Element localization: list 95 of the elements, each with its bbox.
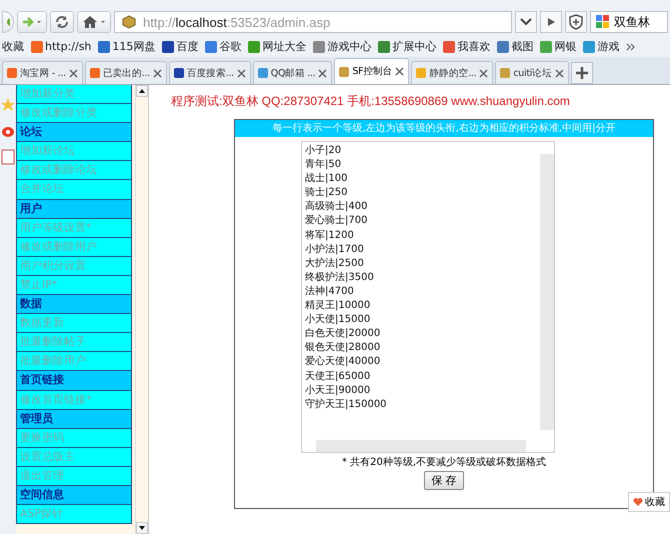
site-icon xyxy=(90,68,100,78)
browser-tab[interactable]: 淘宝网 - ... xyxy=(2,61,83,84)
play-icon[interactable] xyxy=(540,11,562,33)
site-icon xyxy=(248,40,260,52)
bookmark-link[interactable]: 游戏中心 xyxy=(313,39,372,54)
search-engine-icon xyxy=(595,14,611,30)
browser-tab[interactable]: SF控制台 xyxy=(334,58,410,84)
site-icon xyxy=(339,66,350,76)
site-icon xyxy=(7,68,17,78)
back-icon xyxy=(6,17,10,27)
close-icon[interactable] xyxy=(152,68,162,78)
plus-icon xyxy=(576,67,588,79)
shield-icon[interactable] xyxy=(565,11,587,33)
bookmark-link[interactable]: 游戏 xyxy=(583,39,620,54)
site-icon xyxy=(258,68,268,78)
close-icon[interactable] xyxy=(68,68,78,78)
heart-icon xyxy=(633,497,643,507)
bookmark-link[interactable]: 百度 xyxy=(162,39,198,54)
level-line: 骑士|250 xyxy=(305,186,348,200)
panel-header: 每一行表示一个等级,左边为该等级的头衔,右边为相应的积分标准,中间用|分开 xyxy=(235,120,653,137)
level-line: 小天使|15000 xyxy=(305,313,372,328)
section-header: 论坛 xyxy=(16,123,132,142)
level-line: 精灵王|10000 xyxy=(305,299,372,314)
home-icon xyxy=(81,14,107,30)
level-line: 高级骑士|400 xyxy=(305,200,368,214)
level-line: 爱心天使|40000 xyxy=(305,355,382,370)
arrow-icon xyxy=(21,15,43,29)
favorites-button[interactable]: 收藏 xyxy=(628,492,670,512)
home-button[interactable] xyxy=(77,11,111,33)
levels-textarea[interactable]: 小子|20 青年|50 战士|100 骑士|250 高级骑士|400 爱心骑士|700 将军|1200 小护法|1700 大护法|2500 终极护法|3500 法神|4700 精灵王|10000 小天使|15000 白色天使|20000 银色天使|28000 爱心天使|40000 天使王|65000 小天王|90000 守护天王|150000 xyxy=(301,141,555,453)
save-button[interactable]: 保 存 xyxy=(424,471,464,490)
level-line: 爱心骑士|700 xyxy=(305,214,368,228)
close-icon[interactable] xyxy=(479,68,488,78)
credit-text: 程序测试:双鱼林 QQ:287307421 手机:13558690869 www.shuangyulin.com xyxy=(171,93,571,110)
site-icon xyxy=(31,40,43,52)
browser-tab[interactable]: 百度搜索... xyxy=(168,61,251,84)
site-icon xyxy=(416,68,426,78)
back-button[interactable] xyxy=(2,11,14,33)
level-line: 战士|100 xyxy=(305,172,348,186)
bookmark-link[interactable]: 我喜欢 xyxy=(443,39,490,54)
browser-tab[interactable]: 已卖出的... xyxy=(84,61,167,84)
bookmark-link[interactable]: 截图 xyxy=(497,39,534,54)
site-icon xyxy=(497,40,510,52)
browser-tab[interactable]: 静静的空... xyxy=(411,61,494,84)
close-icon[interactable] xyxy=(318,68,328,78)
level-line: 小子|20 xyxy=(305,144,342,158)
dropdown-icon[interactable] xyxy=(515,11,537,33)
section-header: 管理员 xyxy=(16,410,132,429)
section-header: 数据 xyxy=(16,295,132,314)
level-line: 小天王|90000 xyxy=(305,384,372,398)
close-icon[interactable] xyxy=(554,68,564,78)
site-icon xyxy=(98,40,110,52)
more-icon[interactable] xyxy=(626,42,636,50)
browser-tab[interactable]: QQ邮箱 ... xyxy=(252,61,332,84)
section-header: 首页链接 xyxy=(16,371,132,390)
level-line: 守护天王|150000 xyxy=(305,398,388,412)
level-line: 大护法|2500 xyxy=(305,256,365,271)
reload-icon xyxy=(54,14,70,30)
bookmark-link[interactable]: 115网盘 xyxy=(98,39,156,54)
new-tab-button[interactable] xyxy=(570,62,593,84)
search-field[interactable]: 双鱼林 xyxy=(590,11,668,33)
site-icon xyxy=(583,40,596,52)
reload-button[interactable] xyxy=(50,11,74,33)
favorites-menu[interactable]: 收藏 xyxy=(2,39,24,54)
bookmark-link[interactable]: 网银 xyxy=(540,39,576,54)
level-line: 银色天使|28000 xyxy=(305,341,382,356)
bookmark-link[interactable]: 谷歌 xyxy=(205,39,242,54)
site-icon xyxy=(540,40,552,52)
section-header: 空间信息 xyxy=(16,486,132,506)
browser-tab[interactable]: cuiti论坛 xyxy=(495,61,569,84)
site-icon xyxy=(313,40,326,52)
level-line: 小护法|1700 xyxy=(305,242,365,257)
level-line: 终极护法|3500 xyxy=(305,270,375,285)
site-icon xyxy=(162,40,174,52)
level-line: 天使王|65000 xyxy=(305,370,372,384)
level-line: 青年|50 xyxy=(305,158,342,172)
site-icon xyxy=(500,68,510,78)
star-icon[interactable] xyxy=(1,97,15,113)
bookmark-link[interactable]: http://sh xyxy=(31,40,92,53)
level-line: 将军|1200 xyxy=(305,228,355,243)
close-icon[interactable] xyxy=(395,67,404,76)
site-icon xyxy=(378,40,390,52)
close-icon[interactable] xyxy=(236,68,246,78)
site-icon xyxy=(205,40,218,52)
bookmark-link[interactable]: 扩展中心 xyxy=(378,39,436,54)
site-icon xyxy=(443,40,456,52)
address-field[interactable]: http://localhost:53523/admin.asp xyxy=(114,11,512,33)
note-text: * 共有20种等级,不要减少等级或破坏数据格式 xyxy=(342,456,546,469)
site-icon xyxy=(174,68,184,78)
bookmark-link[interactable]: 网址大全 xyxy=(248,39,306,54)
card-icon[interactable] xyxy=(1,149,15,165)
level-line: 法神|4700 xyxy=(305,284,355,299)
site-icon xyxy=(121,15,137,29)
level-line: 白色天使|20000 xyxy=(305,327,382,342)
section-header: 用户 xyxy=(16,200,132,219)
